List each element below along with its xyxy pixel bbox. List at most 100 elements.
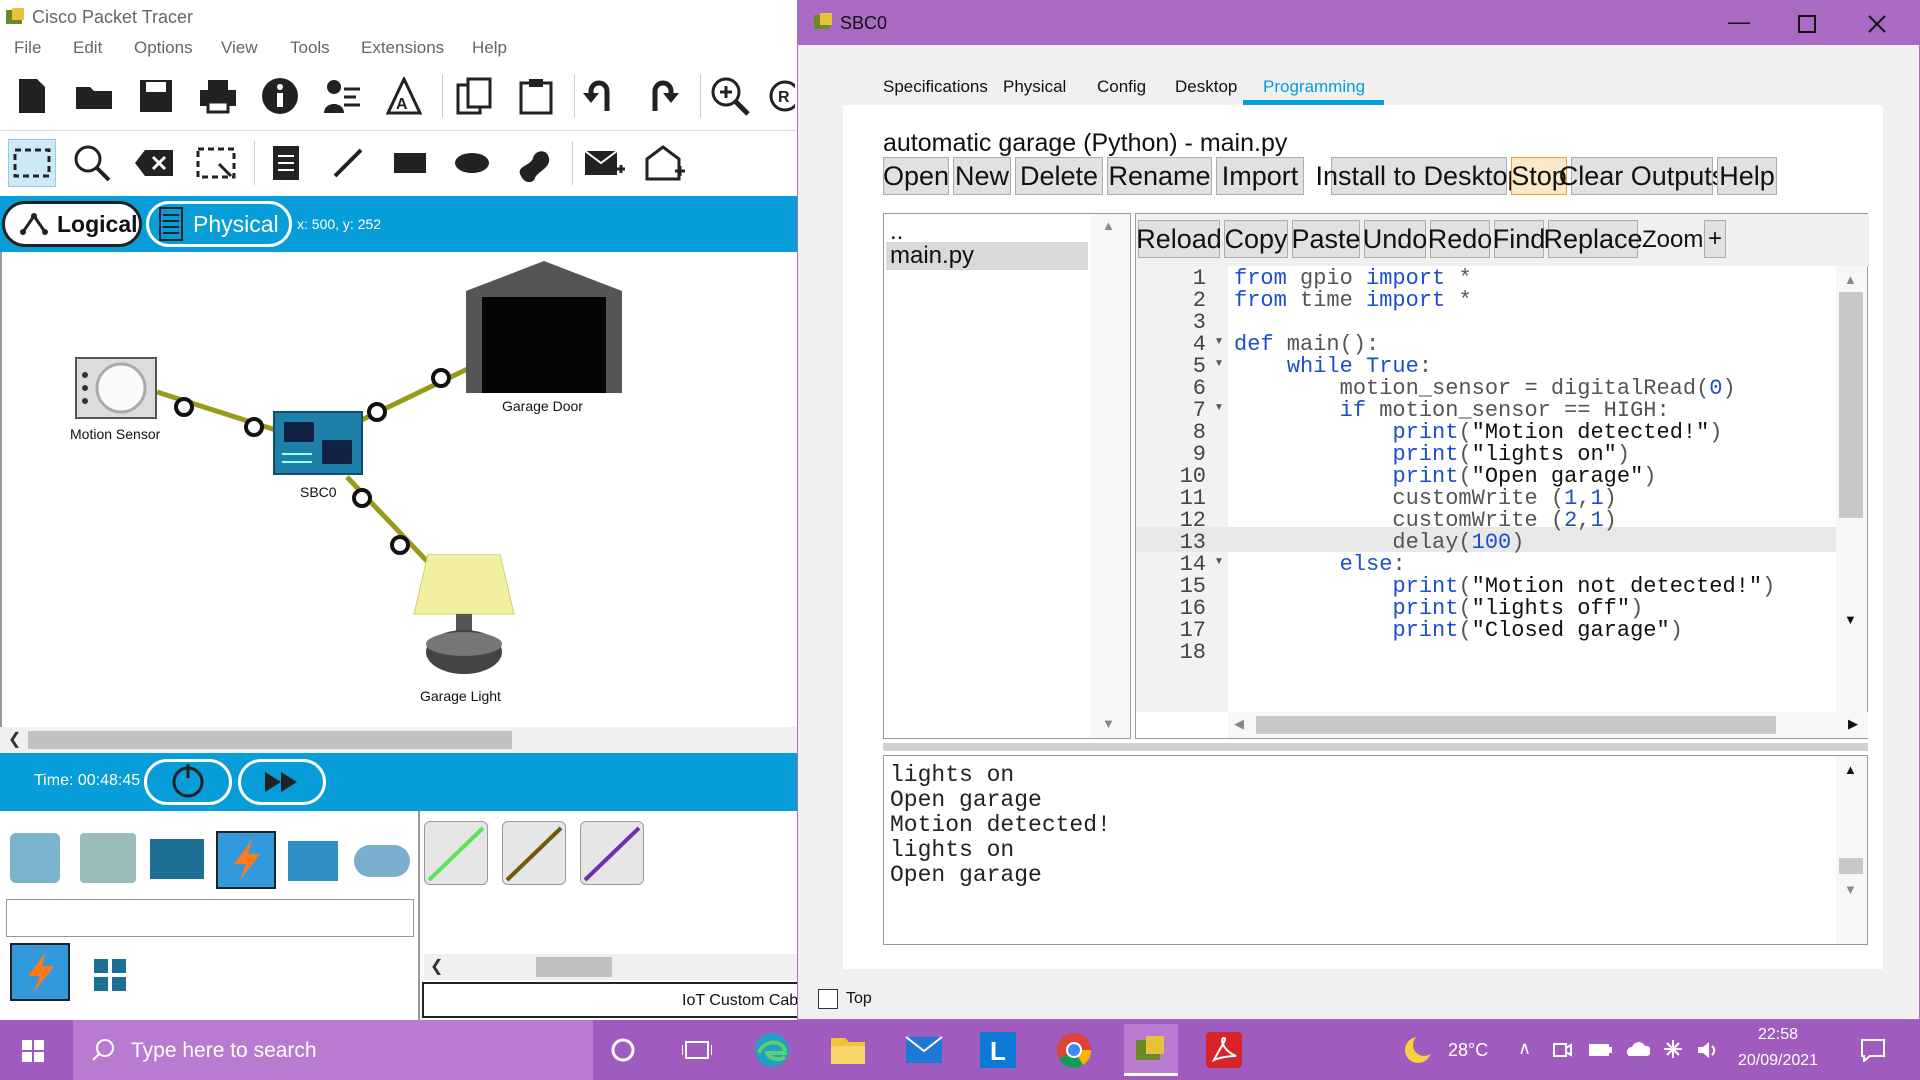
chrome-icon[interactable] — [1052, 1028, 1096, 1072]
copy-button[interactable]: Copy — [1224, 220, 1288, 258]
print-icon[interactable] — [194, 72, 242, 120]
find-button[interactable]: Find — [1493, 220, 1545, 258]
grid-view-icon[interactable] — [92, 957, 128, 993]
code-scroll-down-icon[interactable]: ▼ — [1844, 612, 1857, 627]
file-list-scrollbar[interactable]: ▲ ▼ — [1090, 214, 1130, 738]
delete-icon[interactable] — [130, 139, 178, 187]
code-scroll-thumb[interactable] — [1839, 292, 1863, 518]
code-horizontal-scrollbar[interactable]: ◀ ▶ — [1228, 712, 1868, 738]
device-search-field[interactable] — [6, 899, 414, 937]
device-scroll-left-icon[interactable]: ❮ — [430, 956, 443, 976]
code-area[interactable]: 1 2 3 4 5 6 7 8 9 10 11 12 13 14 15 16 1… — [1136, 266, 1836, 712]
menu-extensions[interactable]: Extensions — [361, 38, 444, 58]
mail-icon[interactable] — [902, 1028, 946, 1072]
connections-subcategory-icon[interactable] — [10, 943, 70, 1001]
draw-rectangle-icon[interactable] — [386, 139, 434, 187]
file-item-main[interactable]: main.py — [886, 242, 1088, 270]
menu-file[interactable]: File — [14, 38, 41, 58]
fast-forward-button[interactable] — [238, 759, 326, 805]
info-icon[interactable] — [256, 72, 304, 120]
power-cycle-button[interactable] — [144, 759, 232, 805]
device-scroll-thumb[interactable] — [536, 957, 612, 977]
acrobat-reader-icon[interactable] — [1202, 1028, 1246, 1072]
menu-options[interactable]: Options — [134, 38, 193, 58]
open-button[interactable]: Open — [883, 157, 949, 195]
output-scroll-thumb[interactable] — [1839, 858, 1863, 874]
draw-ellipse-icon[interactable] — [448, 139, 496, 187]
freeform-icon[interactable] — [510, 139, 558, 187]
zoom-in-icon[interactable] — [706, 72, 754, 120]
motion-sensor-device[interactable] — [75, 357, 157, 419]
fold-marker-icon[interactable]: ▼ — [1214, 402, 1224, 413]
windows-start-icon[interactable] — [22, 1040, 44, 1062]
select-icon[interactable] — [8, 139, 56, 187]
help-button[interactable]: Help — [1717, 157, 1777, 195]
tab-config[interactable]: Config — [1097, 77, 1146, 97]
close-icon[interactable] — [1868, 15, 1886, 33]
multiuser-cloud-icon[interactable] — [354, 845, 410, 877]
battery-icon[interactable] — [1588, 1042, 1612, 1058]
garage-door-device[interactable] — [462, 257, 626, 393]
code-scroll-left-icon[interactable]: ◀ — [1234, 716, 1244, 732]
end-devices-icon[interactable] — [80, 833, 136, 883]
fold-marker-icon[interactable]: ▼ — [1214, 336, 1224, 347]
sbc-device[interactable] — [272, 410, 364, 476]
draw-line-icon[interactable] — [324, 139, 372, 187]
copy-icon[interactable] — [450, 72, 498, 120]
onedrive-cloud-icon[interactable] — [1624, 1040, 1650, 1058]
delete-button[interactable]: Delete — [1015, 157, 1103, 195]
import-button[interactable]: Import — [1216, 157, 1304, 195]
crossover-cable-icon[interactable] — [502, 821, 566, 885]
code-hscroll-thumb[interactable] — [1256, 716, 1776, 734]
inspect-icon[interactable] — [68, 139, 116, 187]
file-scroll-up-icon[interactable]: ▲ — [1102, 218, 1115, 233]
garage-light-device[interactable] — [412, 554, 516, 678]
open-folder-icon[interactable] — [70, 72, 118, 120]
lync-app-icon[interactable]: L — [976, 1028, 1020, 1072]
cortana-icon[interactable] — [601, 1028, 645, 1072]
reload-button[interactable]: Reload — [1136, 220, 1222, 258]
note-icon[interactable] — [262, 139, 310, 187]
new-file-icon[interactable] — [8, 72, 56, 120]
rename-button[interactable]: Rename — [1107, 157, 1212, 195]
new-button[interactable]: New — [953, 157, 1011, 195]
miscellaneous-folder-icon[interactable] — [288, 841, 338, 881]
fold-marker-icon[interactable]: ▼ — [1214, 358, 1224, 369]
iot-custom-cable-icon[interactable] — [580, 821, 644, 885]
file-scroll-down-icon[interactable]: ▼ — [1102, 716, 1115, 731]
resize-shape-icon[interactable] — [192, 139, 240, 187]
add-complex-pdu-icon[interactable] — [642, 139, 690, 187]
logical-workspace[interactable]: Motion Sensor SBC0 Garage Door Garage Li… — [0, 252, 800, 727]
network-devices-icon[interactable] — [10, 833, 60, 883]
activity-wizard-icon[interactable]: A — [380, 72, 428, 120]
fold-marker-icon[interactable]: ▼ — [1214, 556, 1224, 567]
file-explorer-icon[interactable] — [826, 1028, 870, 1072]
edge-browser-icon[interactable] — [750, 1028, 794, 1072]
tab-physical[interactable]: Physical — [1003, 77, 1066, 97]
add-simple-pdu-icon[interactable] — [580, 139, 628, 187]
menu-tools[interactable]: Tools — [290, 38, 330, 58]
components-icon[interactable] — [150, 839, 204, 879]
reset-zoom-icon[interactable]: R — [760, 72, 800, 120]
device-list-scrollbar[interactable]: ❮ — [424, 954, 800, 980]
physical-mode-tab[interactable]: Physical — [146, 201, 292, 247]
straight-cable-icon[interactable] — [424, 821, 488, 885]
install-to-desktop-button[interactable]: Install to Desktop — [1315, 157, 1523, 195]
save-icon[interactable] — [132, 72, 180, 120]
scrollbar-thumb[interactable] — [28, 731, 512, 749]
task-view-icon[interactable] — [675, 1028, 719, 1072]
splitter[interactable] — [883, 743, 1868, 751]
menu-help[interactable]: Help — [472, 38, 507, 58]
minimize-icon[interactable]: — — [1728, 9, 1750, 35]
packet-tracer-taskbar-icon[interactable] — [1124, 1024, 1178, 1076]
output-scrollbar[interactable]: ▲ ▼ — [1836, 756, 1867, 944]
redo-icon[interactable] — [638, 72, 686, 120]
network-icon[interactable] — [1662, 1038, 1684, 1060]
volume-icon[interactable] — [1696, 1040, 1720, 1060]
replace-button[interactable]: Replace — [1543, 220, 1643, 258]
top-checkbox[interactable] — [818, 989, 838, 1009]
paste-button[interactable]: Paste — [1291, 220, 1361, 258]
tab-desktop[interactable]: Desktop — [1175, 77, 1237, 97]
network-info-icon[interactable] — [318, 72, 366, 120]
notifications-icon[interactable] — [1860, 1038, 1886, 1062]
